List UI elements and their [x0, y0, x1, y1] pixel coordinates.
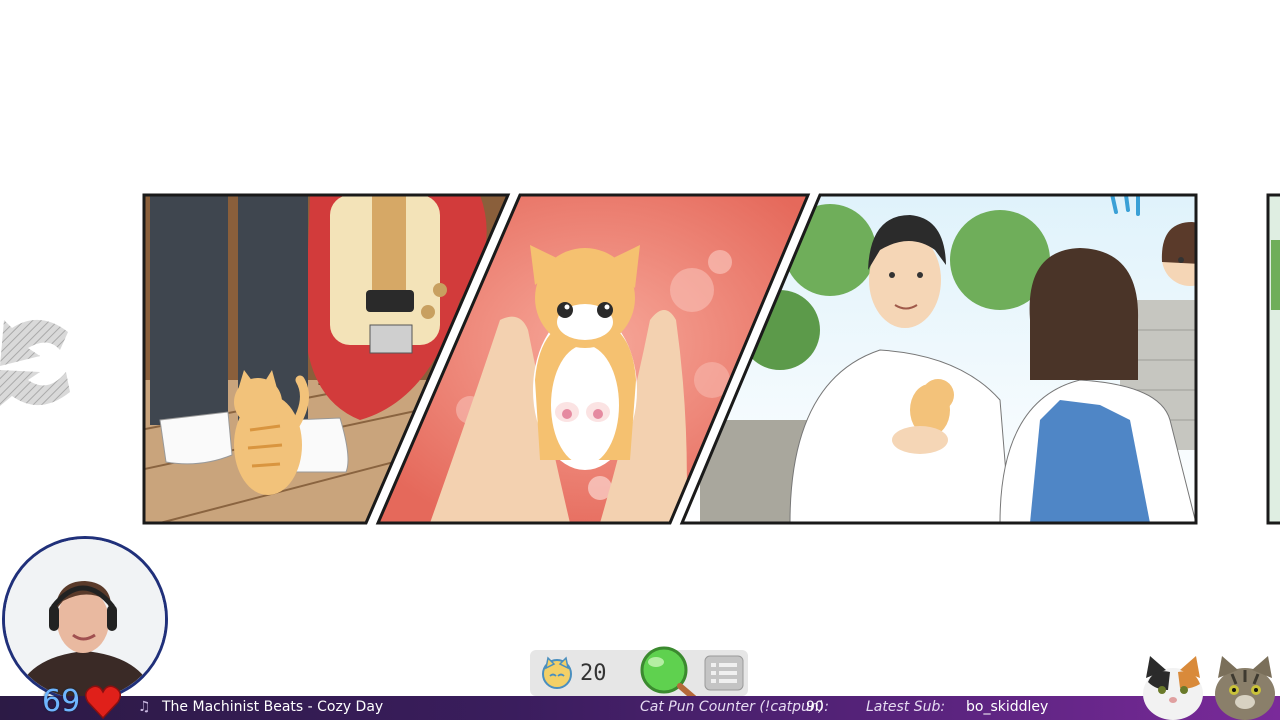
list-menu-icon[interactable] [704, 655, 744, 691]
tabby-cat-avatar [1215, 656, 1275, 720]
latest-sub-value: bo_skiddley [966, 699, 1049, 715]
viewer-count: 69 [42, 684, 81, 719]
calico-cat-avatar [1143, 656, 1203, 720]
cat-coin-icon [542, 656, 572, 689]
webcam-feed [2, 536, 168, 702]
cat-pun-label: Cat Pun Counter (!catpun): [640, 699, 829, 715]
stream-overlay-bar: ♫ The Machinist Beats - Cozy Day Cat Pun… [0, 696, 1280, 720]
heart-icon [85, 685, 121, 720]
now-playing: The Machinist Beats - Cozy Day [162, 699, 384, 715]
cat-pun-value: 90 [806, 699, 824, 715]
game-hud: 20 [530, 646, 748, 700]
comic-panel-4-partial [1266, 193, 1280, 525]
comic-strip[interactable] [0, 0, 1280, 560]
magnifier-icon[interactable] [638, 646, 696, 700]
back-arrow-icon[interactable] [0, 310, 72, 410]
latest-sub-label: Latest Sub: [866, 699, 946, 715]
music-note-icon: ♫ [138, 699, 151, 715]
streamer-avatar [5, 539, 165, 699]
coin-count: 20 [580, 660, 607, 686]
